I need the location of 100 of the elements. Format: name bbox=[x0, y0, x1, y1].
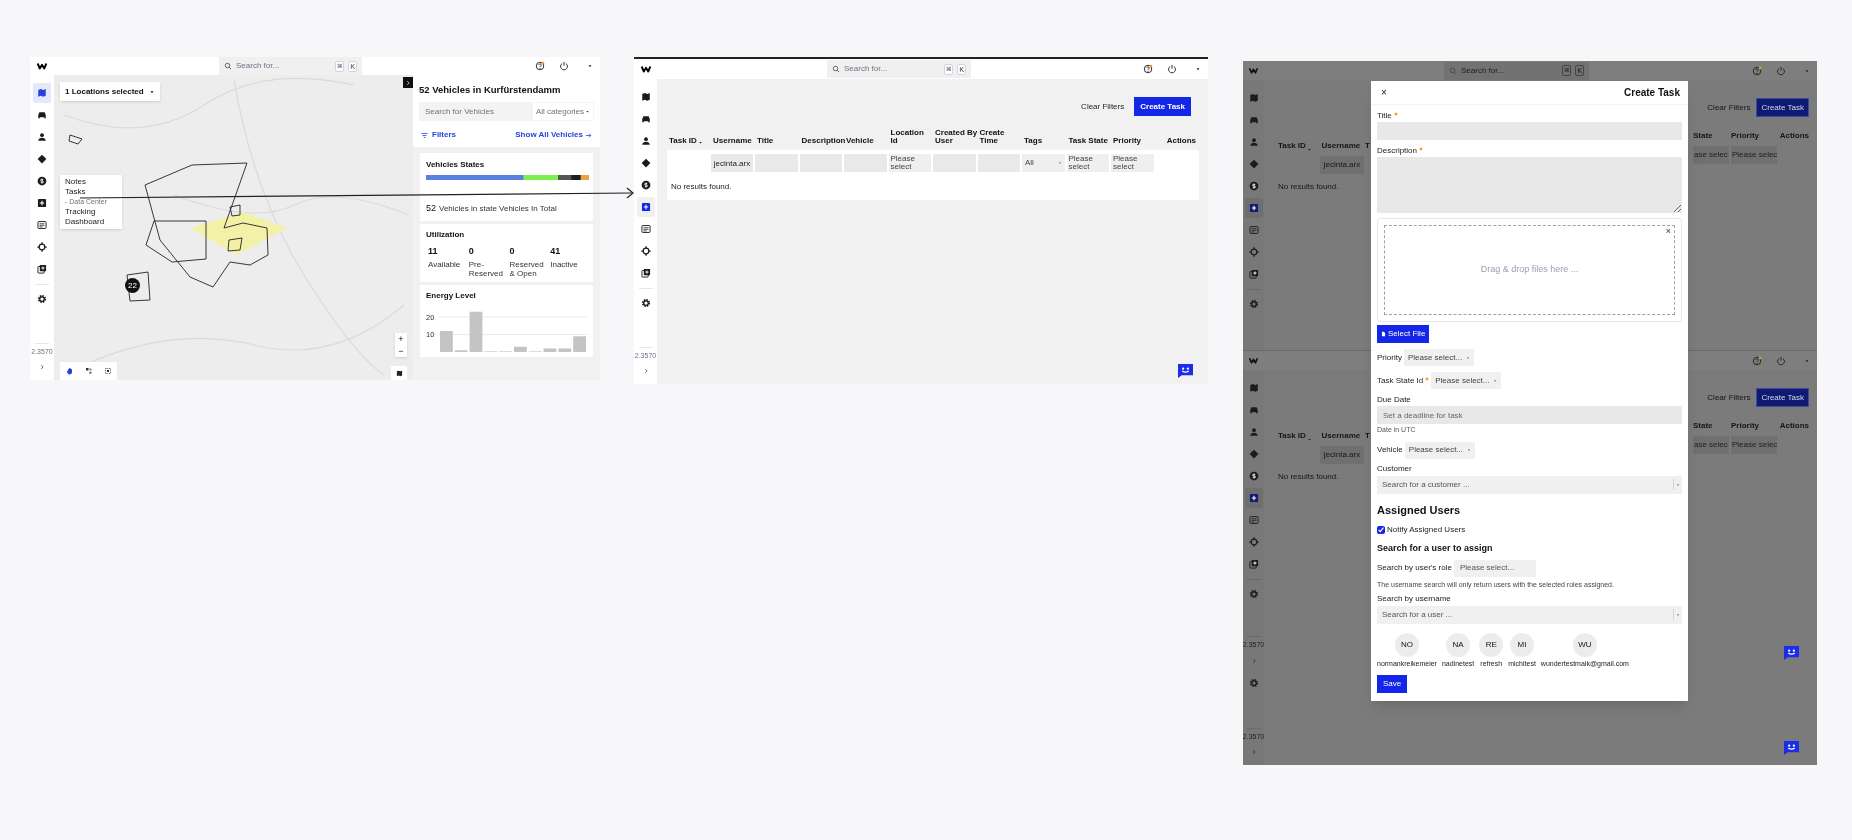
menu-item[interactable]: Tracking bbox=[60, 207, 122, 217]
hand-icon[interactable] bbox=[65, 367, 74, 375]
create-task-button[interactable]: Create Task bbox=[1134, 97, 1191, 116]
chat-bot-icon[interactable] bbox=[1783, 645, 1800, 660]
caret-icon bbox=[587, 63, 593, 69]
tag-filter-select[interactable]: All bbox=[1022, 154, 1065, 172]
column-header[interactable]: Username bbox=[711, 137, 755, 146]
chat-bot-icon[interactable] bbox=[1783, 740, 1800, 755]
user-avatar[interactable]: NO bbox=[1394, 632, 1419, 657]
chat-bot-icon[interactable] bbox=[1177, 363, 1194, 378]
filter-icon bbox=[421, 131, 428, 139]
filter-select[interactable]: Please select bbox=[1066, 154, 1109, 172]
clear-filters-label: Clear Filters bbox=[1707, 391, 1751, 404]
column-header[interactable]: Task ID bbox=[667, 137, 711, 146]
column-header: Actions bbox=[1779, 420, 1809, 432]
column-header: Task ID bbox=[1278, 140, 1322, 152]
column-header[interactable]: Title bbox=[755, 137, 800, 146]
stat-value: 11 bbox=[428, 244, 439, 258]
role-select[interactable]: Please select... bbox=[1453, 559, 1536, 577]
help-button[interactable] bbox=[1142, 63, 1154, 75]
diamond-icon bbox=[640, 158, 651, 168]
column-header[interactable]: Created By User bbox=[933, 129, 978, 146]
menu-item[interactable]: Dashboard bbox=[60, 217, 122, 227]
power-button[interactable] bbox=[1775, 64, 1787, 77]
caret-icon bbox=[149, 88, 155, 95]
remove-button[interactable]: × bbox=[1665, 227, 1671, 236]
close-button[interactable]: × bbox=[1381, 87, 1387, 98]
column-header[interactable]: Actions bbox=[1155, 137, 1199, 146]
stat-value: 0 bbox=[509, 244, 516, 258]
category-select[interactable]: All categories bbox=[532, 102, 594, 122]
power-button[interactable] bbox=[1166, 63, 1178, 75]
logo-icon bbox=[1248, 356, 1259, 365]
filter-select[interactable]: Please select bbox=[1111, 154, 1154, 172]
filter-select[interactable]: Please select bbox=[888, 154, 931, 172]
search-field[interactable]: Search for... ⌘ K bbox=[827, 60, 971, 78]
person-icon bbox=[640, 136, 651, 146]
checkbox-label: Notify Assigned Users bbox=[1387, 524, 1466, 536]
search-icon bbox=[1449, 66, 1457, 75]
search-field[interactable]: Search for... ⌘ K bbox=[1444, 61, 1589, 80]
notify-checkbox[interactable] bbox=[1377, 526, 1385, 534]
location-select[interactable]: 1 Locations selected bbox=[60, 82, 160, 101]
selection-icon[interactable] bbox=[103, 367, 112, 375]
filters-button[interactable]: Filters bbox=[421, 129, 456, 142]
help-icon bbox=[535, 61, 545, 71]
column-header[interactable]: Tags bbox=[1022, 137, 1067, 146]
search-combobox[interactable]: Search for a user ... bbox=[1377, 605, 1682, 624]
column-header: Priority bbox=[1731, 420, 1760, 432]
help-button[interactable] bbox=[1751, 64, 1763, 77]
diamond-icon bbox=[1248, 159, 1259, 169]
account-menu-button[interactable] bbox=[1194, 65, 1202, 73]
card-title: Energy Level bbox=[426, 290, 477, 303]
user-avatar[interactable]: WU bbox=[1572, 632, 1597, 657]
menu-item[interactable]: Notes bbox=[60, 177, 122, 187]
plus-icon bbox=[1248, 203, 1259, 213]
column-header[interactable]: Create Time bbox=[977, 129, 1022, 146]
file-dropzone[interactable]: Drag & drop files here ... × bbox=[1377, 218, 1682, 322]
search-field[interactable]: Search for... ⌘ K bbox=[219, 57, 362, 75]
cluster-marker[interactable]: 22 bbox=[125, 278, 140, 293]
save-button[interactable]: Save bbox=[1377, 675, 1408, 693]
column-header: Actions bbox=[1779, 130, 1809, 142]
person-icon bbox=[1248, 427, 1259, 437]
menu-item[interactable]: Tasks bbox=[60, 187, 122, 197]
due-date-field[interactable]: Set a deadline for task bbox=[1377, 406, 1682, 424]
vehicle-search-field[interactable]: Search for Vehicles bbox=[419, 102, 532, 122]
show-all-link[interactable]: Show All Vehicles bbox=[515, 129, 592, 142]
power-button[interactable] bbox=[558, 60, 570, 72]
select-file-button[interactable]: Select File bbox=[1377, 325, 1430, 343]
description-field[interactable] bbox=[1377, 157, 1682, 213]
panel-toggle-button[interactable] bbox=[403, 77, 413, 88]
account-menu-button[interactable] bbox=[586, 62, 594, 70]
dropdown-select[interactable]: Please select... bbox=[1404, 441, 1475, 459]
plus-icon bbox=[640, 202, 651, 212]
zoom-out-button[interactable]: − bbox=[395, 345, 407, 357]
nav-button[interactable] bbox=[33, 83, 51, 103]
dropdown-select[interactable]: Please select... bbox=[1403, 349, 1474, 366]
column-header: T bbox=[1365, 430, 1371, 442]
dropdown-select[interactable]: Please select... bbox=[1431, 372, 1502, 389]
help-button[interactable] bbox=[1751, 354, 1763, 367]
dollar-icon bbox=[1248, 471, 1259, 481]
column-header[interactable]: Priority bbox=[1111, 137, 1156, 146]
filter-field[interactable]: jecinta.arx bbox=[711, 154, 753, 172]
user-avatar[interactable]: MI bbox=[1510, 632, 1535, 657]
help-icon bbox=[1752, 355, 1762, 366]
layers-button[interactable] bbox=[391, 366, 407, 380]
column-header[interactable]: Task State bbox=[1066, 137, 1111, 146]
clear-filters-link[interactable]: Clear Filters bbox=[1081, 100, 1125, 113]
help-button[interactable] bbox=[534, 60, 546, 72]
user-avatar[interactable]: RE bbox=[1479, 632, 1504, 657]
settings-icon bbox=[1248, 299, 1259, 309]
empty-message: No results found. bbox=[1278, 181, 1340, 193]
user-avatar[interactable]: NA bbox=[1446, 632, 1471, 657]
list-icon bbox=[1248, 515, 1259, 525]
zoom-in-button[interactable]: + bbox=[395, 333, 407, 345]
column-header[interactable]: Location Id bbox=[888, 129, 933, 146]
power-button[interactable] bbox=[1775, 354, 1787, 367]
car-icon bbox=[1248, 405, 1259, 415]
nav-button[interactable] bbox=[636, 197, 655, 217]
search-combobox[interactable]: Search for a customer ... bbox=[1377, 475, 1682, 494]
shapes-icon[interactable] bbox=[84, 367, 93, 375]
field-label: Priority bbox=[1377, 351, 1402, 364]
